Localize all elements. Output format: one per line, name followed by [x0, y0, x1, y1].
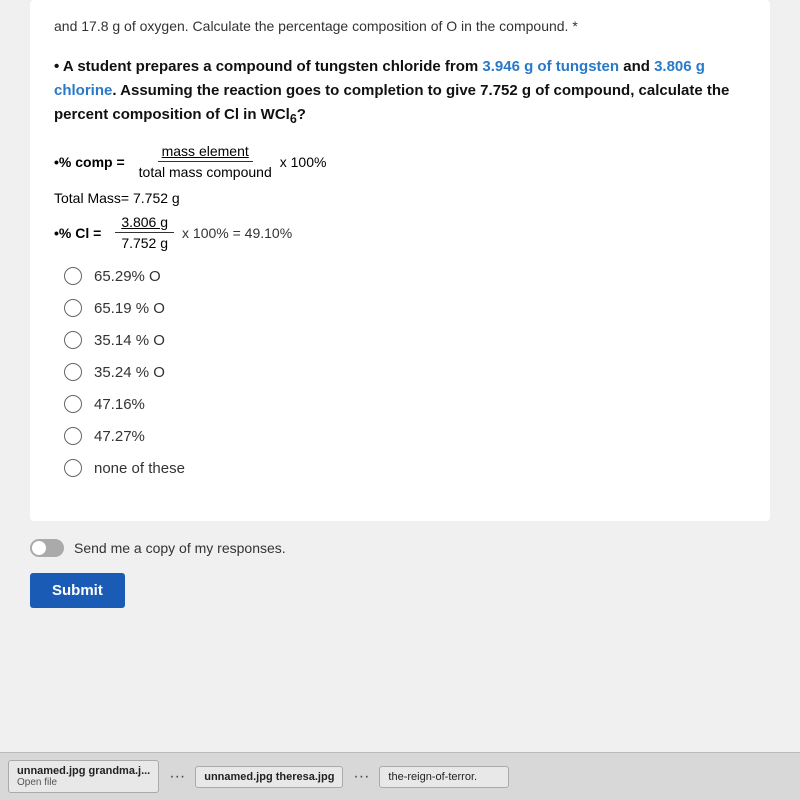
question-text: • A student prepares a compound of tungs…: [54, 55, 746, 129]
percent-cl-denominator: 7.752 g: [121, 233, 168, 251]
question-text-part4: ?: [297, 106, 306, 123]
percent-cl-fraction: 3.806 g 7.752 g: [115, 214, 174, 251]
radio-3[interactable]: [64, 331, 82, 349]
option-6-label: 47.27%: [94, 428, 145, 445]
send-copy-row: Send me a copy of my responses.: [30, 539, 770, 557]
percent-cl-result: x 100% = 49.10%: [182, 225, 292, 241]
option-3[interactable]: 35.14 % O: [64, 331, 746, 349]
radio-5[interactable]: [64, 395, 82, 413]
formula-section: •% comp = mass element total mass compou…: [54, 143, 746, 180]
taskbar: unnamed.jpg grandma.j... Open file ··· u…: [0, 752, 800, 800]
percent-cl-row: •% Cl = 3.806 g 7.752 g x 100% = 49.10%: [54, 214, 746, 251]
formula-numerator: mass element: [158, 143, 253, 162]
option-3-label: 35.14 % O: [94, 332, 165, 349]
page-wrapper: and 17.8 g of oxygen. Calculate the perc…: [0, 0, 800, 800]
option-6[interactable]: 47.27%: [64, 427, 746, 445]
toggle-switch[interactable]: [30, 539, 64, 557]
toggle-thumb: [32, 541, 46, 555]
taskbar-item-2-name: unnamed.jpg theresa.jpg: [204, 771, 334, 783]
taskbar-item-2[interactable]: unnamed.jpg theresa.jpg: [195, 766, 343, 788]
top-text: and 17.8 g of oxygen. Calculate the perc…: [54, 16, 746, 37]
taskbar-item-1[interactable]: unnamed.jpg grandma.j... Open file: [8, 760, 159, 793]
option-1[interactable]: 65.29% O: [64, 267, 746, 285]
options-list: 65.29% O 65.19 % O 35.14 % O 35.24 % O 4…: [64, 267, 746, 477]
taskbar-item-3-name: the-reign-of-terror.: [388, 771, 477, 783]
question-blue1: 3.946 g of tungsten: [482, 58, 619, 75]
radio-2[interactable]: [64, 299, 82, 317]
option-1-label: 65.29% O: [94, 268, 161, 285]
option-2-label: 65.19 % O: [94, 300, 165, 317]
option-7[interactable]: none of these: [64, 459, 746, 477]
percent-cl-numerator: 3.806 g: [115, 214, 174, 233]
bullet-point: •: [54, 58, 59, 75]
formula-row: •% comp = mass element total mass compou…: [54, 143, 746, 180]
formula-multiplier: x 100%: [280, 154, 327, 170]
taskbar-item-1-name: unnamed.jpg grandma.j...: [17, 765, 150, 777]
question-block: • A student prepares a compound of tungs…: [54, 55, 746, 477]
question-text-part1: A student prepares a compound of tungste…: [63, 58, 482, 75]
radio-4[interactable]: [64, 363, 82, 381]
formula-label: •% comp =: [54, 154, 125, 170]
bottom-section: Send me a copy of my responses. Submit: [30, 521, 770, 620]
option-2[interactable]: 65.19 % O: [64, 299, 746, 317]
submit-button[interactable]: Submit: [30, 573, 125, 608]
formula-denominator: total mass compound: [139, 162, 272, 180]
question-text-part3: . Assuming the reaction goes to completi…: [54, 82, 729, 123]
radio-6[interactable]: [64, 427, 82, 445]
option-5[interactable]: 47.16%: [64, 395, 746, 413]
main-content: and 17.8 g of oxygen. Calculate the perc…: [30, 0, 770, 521]
option-5-label: 47.16%: [94, 396, 145, 413]
radio-1[interactable]: [64, 267, 82, 285]
taskbar-item-1-sub: Open file: [17, 777, 57, 788]
option-7-label: none of these: [94, 460, 185, 477]
radio-7[interactable]: [64, 459, 82, 477]
option-4[interactable]: 35.24 % O: [64, 363, 746, 381]
question-text-part2: and: [619, 58, 654, 75]
taskbar-dots-2[interactable]: ···: [349, 768, 373, 786]
percent-cl-label: •% Cl =: [54, 225, 101, 241]
option-4-label: 35.24 % O: [94, 364, 165, 381]
send-copy-label: Send me a copy of my responses.: [74, 540, 286, 556]
taskbar-item-3[interactable]: the-reign-of-terror.: [379, 766, 509, 788]
total-mass-text: Total Mass= 7.752 g: [54, 190, 180, 206]
formula-fraction: mass element total mass compound: [139, 143, 272, 180]
question-subscript: 6: [290, 112, 297, 126]
taskbar-dots-1[interactable]: ···: [165, 768, 189, 786]
total-mass-row: Total Mass= 7.752 g: [54, 190, 746, 206]
